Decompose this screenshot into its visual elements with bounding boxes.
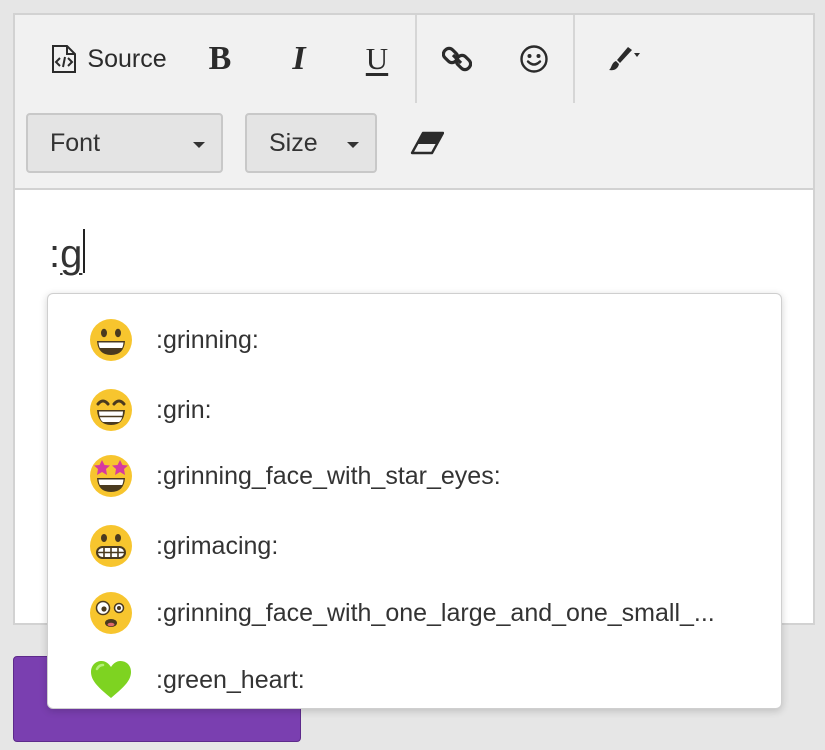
grinning-emoji-icon (90, 319, 132, 361)
link-icon (442, 46, 472, 72)
toolbar-separator (415, 15, 417, 103)
typed-prefix: : (49, 232, 61, 276)
suggestion-item[interactable]: :green_heart: (48, 646, 781, 714)
suggestion-label: :grinning_face_with_one_large_and_one_sm… (156, 598, 715, 627)
page: Submit Status Source B (0, 0, 825, 750)
toolbar-separator (573, 15, 575, 103)
emoji-button[interactable] (512, 15, 556, 103)
suggestion-label: :grin: (156, 395, 212, 424)
bold-icon: B (208, 40, 232, 77)
underline-button[interactable]: U (355, 15, 399, 103)
underline-icon: U (365, 41, 389, 76)
suggestion-label: :green_heart: (156, 665, 305, 694)
size-select[interactable]: Size (245, 113, 377, 173)
italic-button[interactable]: I (277, 15, 321, 103)
link-button[interactable] (435, 15, 479, 103)
editor-content[interactable]: :g (49, 229, 86, 277)
remove-format-button[interactable] (405, 113, 449, 173)
italic-icon: I (292, 40, 306, 77)
suggestion-label: :grinning_face_with_star_eyes: (156, 461, 501, 490)
text-color-button[interactable] (597, 15, 649, 103)
size-select-label: Size (269, 128, 318, 157)
source-code-icon (52, 45, 77, 73)
star-eyes-emoji-icon (90, 455, 132, 497)
chevron-down-icon (193, 142, 205, 148)
green-heart-emoji-icon (91, 661, 131, 698)
editor-toolbar: Source B I U Font Size (15, 15, 813, 190)
source-button-label: Source (87, 44, 167, 73)
font-select[interactable]: Font (26, 113, 223, 173)
zany-face-emoji-icon (90, 592, 132, 634)
paint-brush-icon (609, 47, 640, 71)
font-select-label: Font (50, 128, 101, 157)
bold-button[interactable]: B (198, 15, 242, 103)
toolbar-row-1: Source B I U (15, 15, 813, 103)
suggestion-item[interactable]: :grimacing: (48, 512, 781, 580)
suggestion-item[interactable]: :grinning_face_with_one_large_and_one_sm… (48, 579, 781, 647)
suggestion-label: :grinning: (156, 325, 259, 354)
suggestion-label: :grimacing: (156, 531, 279, 560)
typed-token: g (60, 232, 83, 276)
smiley-icon (520, 45, 548, 73)
suggestion-item[interactable]: :grin: (48, 376, 781, 444)
suggestion-item[interactable]: :grinning: (48, 306, 781, 374)
chevron-down-icon (347, 142, 359, 148)
eraser-icon (410, 131, 444, 155)
text-cursor (83, 229, 86, 273)
emoji-autocomplete-dropdown: :grinning: :grin: :grinning_face_with_st… (47, 293, 782, 709)
grin-emoji-icon (90, 389, 132, 431)
suggestion-item[interactable]: :grinning_face_with_star_eyes: (48, 442, 781, 510)
source-button[interactable]: Source (39, 15, 179, 103)
grimacing-emoji-icon (90, 525, 132, 567)
